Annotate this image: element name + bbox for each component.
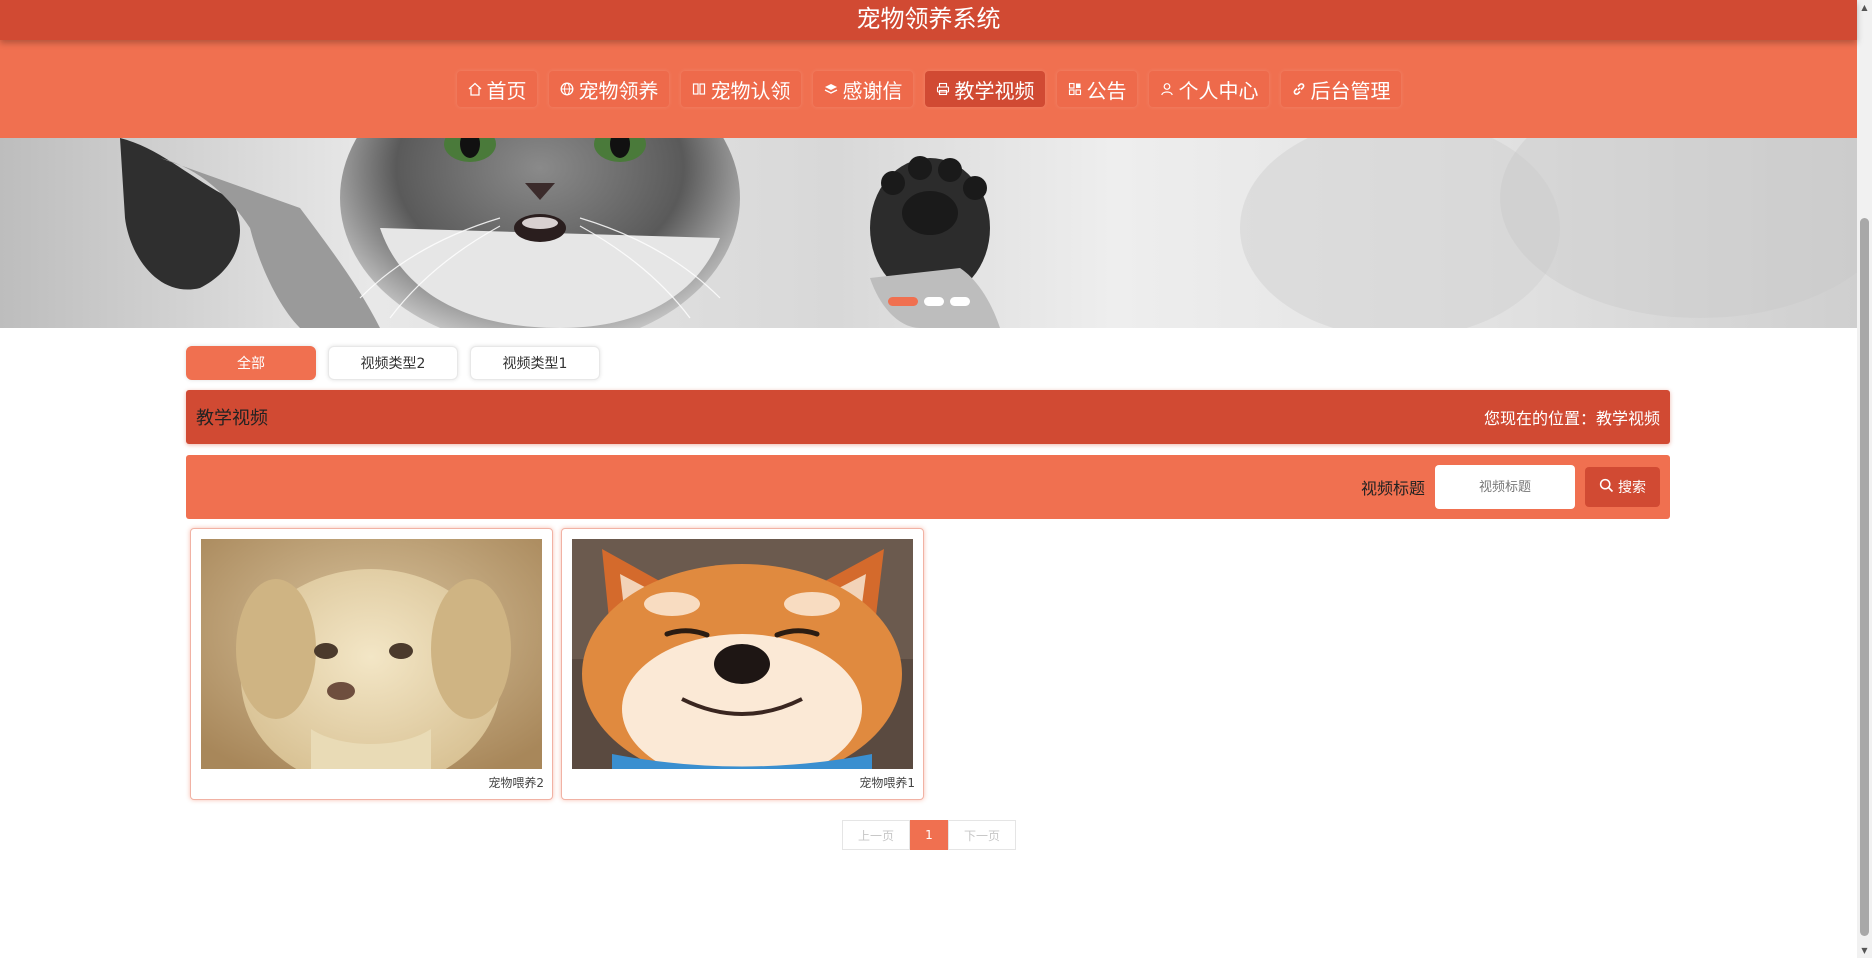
- scroll-down-icon[interactable]: ▼: [1857, 943, 1872, 958]
- search-input[interactable]: [1435, 465, 1575, 509]
- nav-item-personal-center[interactable]: 个人中心: [1148, 71, 1269, 107]
- nav-item-teaching-video[interactable]: 教学视频: [924, 71, 1045, 107]
- carousel-dot[interactable]: [888, 297, 918, 306]
- scroll-up-icon[interactable]: ▲: [1857, 0, 1872, 15]
- nav-item-admin[interactable]: 后台管理: [1280, 71, 1401, 107]
- breadcrumb: 您现在的位置：教学视频: [1483, 409, 1660, 428]
- main-nav: 首页 宠物领养 宠物认领 感谢信 教学视频 公告 个人中心 后台管理: [0, 40, 1857, 138]
- grid-icon: [1067, 81, 1083, 97]
- nav-item-label: 宠物领养: [578, 78, 659, 103]
- nav-item-home[interactable]: 首页: [456, 71, 537, 107]
- video-title: 宠物喂养1: [859, 776, 915, 790]
- print-icon: [935, 81, 951, 97]
- globe-icon: [559, 81, 575, 97]
- layers-icon: [823, 81, 839, 97]
- tab-video-type-2[interactable]: 视频类型2: [328, 346, 458, 380]
- nav-item-label: 教学视频: [954, 78, 1035, 103]
- nav-item-label: 公告: [1086, 78, 1127, 103]
- video-title: 宠物喂养2: [488, 776, 544, 790]
- video-list: 宠物喂养2 宠物喂养1: [190, 528, 924, 800]
- tab-all[interactable]: 全部: [186, 346, 316, 380]
- section-title: 教学视频: [196, 408, 268, 429]
- section-header: 教学视频 您现在的位置：教学视频: [186, 390, 1670, 444]
- nav-item-notice[interactable]: 公告: [1056, 71, 1137, 107]
- carousel-dot[interactable]: [924, 297, 944, 306]
- video-type-tabs: 全部 视频类型2 视频类型1: [186, 346, 600, 380]
- nav-item-pet-claim[interactable]: 宠物认领: [680, 71, 801, 107]
- search-label: 视频标题: [1360, 479, 1425, 498]
- puppy-image: [201, 539, 542, 769]
- shiba-image: [572, 539, 913, 769]
- nav-item-label: 个人中心: [1178, 78, 1259, 103]
- search-button-label: 搜索: [1618, 480, 1646, 496]
- page-number-button[interactable]: 1: [910, 820, 948, 850]
- search-icon: [1599, 478, 1614, 497]
- scrollbar-thumb[interactable]: [1860, 218, 1869, 936]
- nav-item-label: 感谢信: [842, 78, 903, 103]
- prev-page-button[interactable]: 上一页: [842, 820, 910, 850]
- video-card[interactable]: 宠物喂养2: [190, 528, 553, 800]
- search-button[interactable]: 搜索: [1585, 467, 1660, 507]
- home-icon: [467, 81, 483, 97]
- carousel-dot[interactable]: [950, 297, 970, 306]
- scrollbar[interactable]: ▲ ▼: [1857, 0, 1872, 958]
- page: 宠物领养系统 首页 宠物领养 宠物认领 感谢信 教学视频 公告 个人中心 后台管…: [0, 0, 1872, 958]
- pagination: 上一页 1 下一页: [842, 820, 1016, 850]
- tab-video-type-1[interactable]: 视频类型1: [470, 346, 600, 380]
- nav-item-label: 宠物认领: [710, 78, 791, 103]
- link-icon: [1291, 81, 1307, 97]
- user-icon: [1159, 81, 1175, 97]
- nav-item-label: 后台管理: [1310, 78, 1391, 103]
- nav-item-pet-adoption[interactable]: 宠物领养: [548, 71, 669, 107]
- video-card[interactable]: 宠物喂养1: [561, 528, 924, 800]
- search-bar: 视频标题 搜索: [186, 455, 1670, 519]
- nav-item-label: 首页: [486, 78, 527, 103]
- next-page-button[interactable]: 下一页: [948, 820, 1016, 850]
- nav-item-thank-you-letter[interactable]: 感谢信: [812, 71, 913, 107]
- columns-icon: [691, 81, 707, 97]
- site-title: 宠物领养系统: [0, 0, 1857, 40]
- carousel-indicators: [888, 297, 970, 306]
